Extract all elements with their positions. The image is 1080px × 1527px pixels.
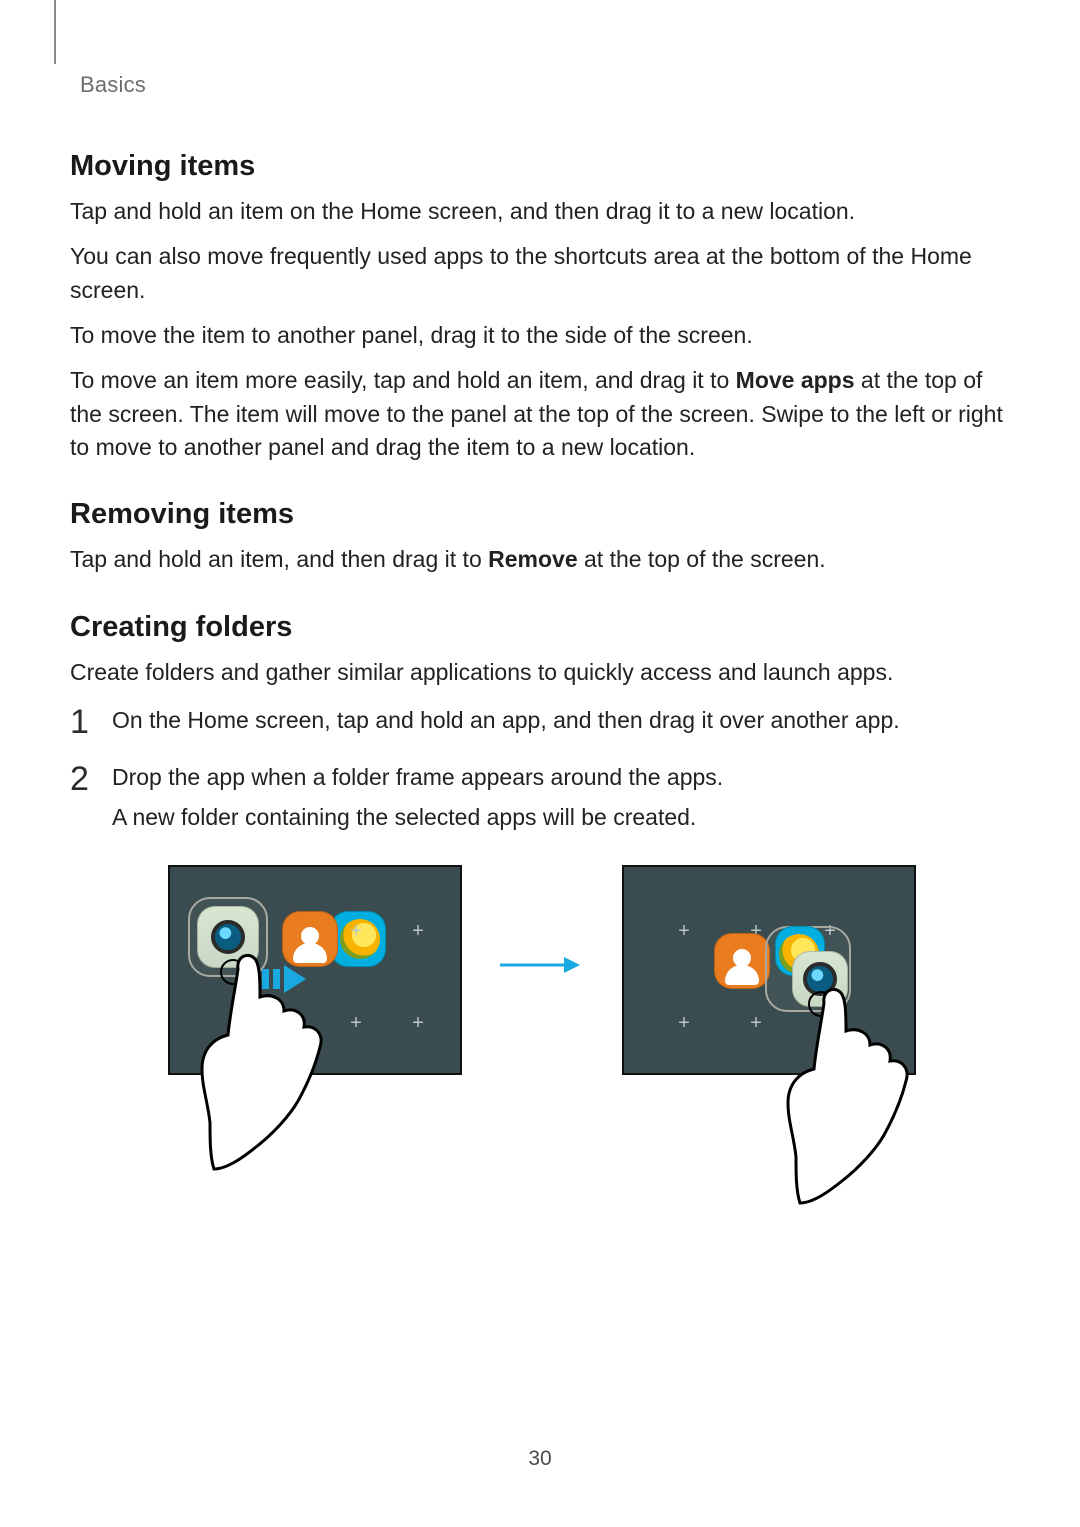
heading-creating-folders: Creating folders (70, 611, 1010, 644)
illustration-right: + + + + + (622, 865, 912, 1165)
creating-intro: Create folders and gather similar applic… (70, 656, 1010, 689)
page-number: 30 (0, 1447, 1080, 1471)
illustration-left: + + + + (168, 865, 458, 1165)
page-content: Moving items Tap and hold an item on the… (70, 150, 1010, 1165)
step-1: On the Home screen, tap and hold an app,… (70, 703, 1010, 738)
contacts-app-icon (714, 933, 770, 989)
transition-arrow-icon (498, 953, 582, 977)
removing-p1-bold: Remove (488, 546, 577, 572)
camera-app-icon (197, 906, 259, 968)
moving-p1: Tap and hold an item on the Home screen,… (70, 195, 1010, 228)
header-section-label: Basics (80, 40, 1010, 98)
moving-p2: You can also move frequently used apps t… (70, 240, 1010, 307)
step-2b-text: A new folder containing the selected app… (112, 800, 1010, 835)
illustration: + + + + (70, 865, 1010, 1165)
phone-screen-right: + + + + + (622, 865, 916, 1075)
contacts-app-icon (282, 911, 338, 967)
phone-screen-left: + + + + (168, 865, 462, 1075)
step-1-text: On the Home screen, tap and hold an app,… (112, 707, 900, 733)
header-rule (54, 0, 56, 64)
step-2: Drop the app when a folder frame appears… (70, 760, 1010, 835)
creating-steps: On the Home screen, tap and hold an app,… (70, 703, 1010, 835)
removing-p1: Tap and hold an item, and then drag it t… (70, 543, 1010, 576)
moving-p4-bold: Move apps (736, 367, 855, 393)
moving-p4-a: To move an item more easily, tap and hol… (70, 367, 736, 393)
step-2-text: Drop the app when a folder frame appears… (112, 764, 723, 790)
drag-arrow-icon (262, 965, 322, 991)
moving-p3: To move the item to another panel, drag … (70, 319, 1010, 352)
manual-page: Basics Moving items Tap and hold an item… (0, 0, 1080, 1527)
heading-removing-items: Removing items (70, 498, 1010, 531)
moving-p4: To move an item more easily, tap and hol… (70, 364, 1010, 464)
heading-moving-items: Moving items (70, 150, 1010, 183)
removing-p1-a: Tap and hold an item, and then drag it t… (70, 546, 488, 572)
removing-p1-b: at the top of the screen. (578, 546, 826, 572)
